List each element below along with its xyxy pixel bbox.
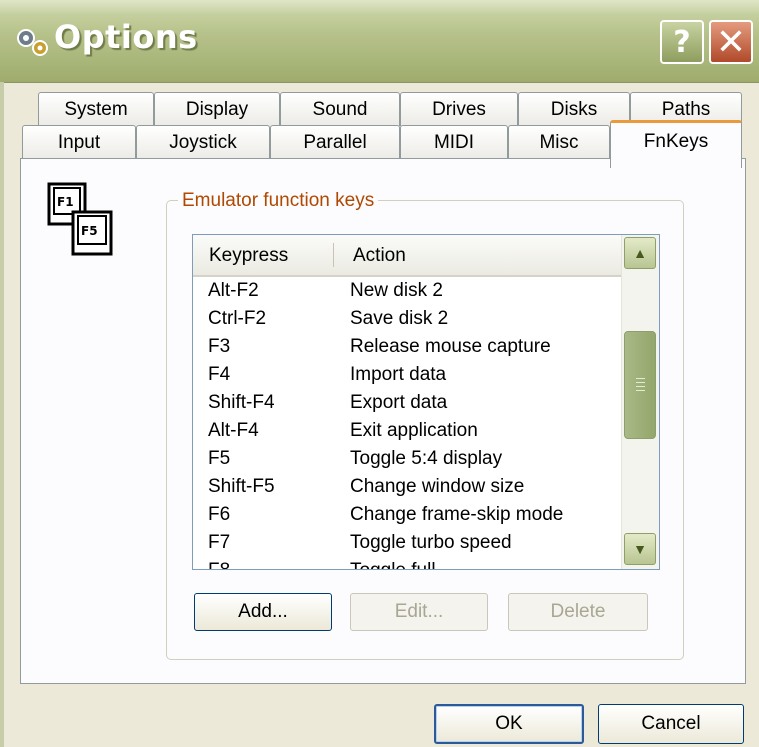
button-label: Edit... <box>394 601 444 622</box>
add-button[interactable]: Add... <box>194 593 332 631</box>
button-label: Add... <box>238 601 288 622</box>
gear-app-icon <box>17 29 48 56</box>
list-item[interactable]: F7 Toggle turbo speed <box>193 529 621 557</box>
grip-line <box>636 390 645 391</box>
keypress-cell: F5 <box>208 448 231 469</box>
tab-label: Paths <box>661 98 711 120</box>
button-label: Delete <box>550 601 606 622</box>
tab-label: System <box>64 98 128 120</box>
grip-line <box>636 386 645 387</box>
edit-button[interactable]: Edit... <box>350 593 488 631</box>
tab-label: FnKeys <box>643 131 709 152</box>
group-label: Emulator function keys <box>178 190 379 212</box>
button-label: OK <box>495 713 523 734</box>
action-cell: Import data <box>350 364 447 385</box>
tab-midi[interactable]: MIDI <box>400 125 508 159</box>
keypress-cell: Ctrl-F2 <box>208 308 267 329</box>
fnkeys-list[interactable]: Keypress Action Alt-F2 New disk 2 Ctrl-F2… <box>192 234 660 570</box>
list-item[interactable]: Ctrl-F2 Save disk 2 <box>193 305 621 333</box>
window-frame-left <box>0 82 4 747</box>
help-button[interactable]: ? <box>660 20 704 64</box>
tab-label: Parallel <box>303 131 367 153</box>
list-rows: Alt-F2 New disk 2 Ctrl-F2 Save disk 2 F3 Re… <box>193 277 621 569</box>
tab-misc[interactable]: Misc <box>508 125 610 159</box>
keypress-cell: Shift-F5 <box>208 476 275 497</box>
column-header-keypress[interactable]: Keypress <box>209 245 288 267</box>
list-item[interactable]: F8 Toggle full <box>193 557 621 569</box>
keypress-cell: F7 <box>208 532 231 553</box>
title-bar[interactable]: Options ? ✕ <box>0 0 759 83</box>
column-header-action[interactable]: Action <box>353 245 406 267</box>
keypress-cell: F6 <box>208 504 231 525</box>
svg-text:F5: F5 <box>81 224 98 238</box>
function-keys-icon: F1 F5 <box>47 182 113 256</box>
list-item[interactable]: F3 Release mouse capture <box>193 333 621 361</box>
window-title: Options <box>54 18 198 56</box>
tab-label: Sound <box>312 98 368 120</box>
tab-joystick[interactable]: Joystick <box>136 125 270 159</box>
action-cell: Exit application <box>350 420 478 441</box>
action-cell: Toggle full <box>350 560 436 569</box>
tab-parallel[interactable]: Parallel <box>270 125 400 159</box>
tab-label: Joystick <box>169 131 237 153</box>
help-icon: ? <box>673 24 691 60</box>
grip-line <box>636 382 645 383</box>
close-icon: ✕ <box>715 21 747 63</box>
list-item[interactable]: F5 Toggle 5:4 display <box>193 445 621 473</box>
keypress-cell: F8 <box>208 560 230 569</box>
tab-display[interactable]: Display <box>154 92 280 126</box>
list-item[interactable]: F4 Import data <box>193 361 621 389</box>
keypress-cell: Alt-F2 <box>208 280 259 301</box>
keypress-cell: Shift-F4 <box>208 392 275 413</box>
grip-line <box>636 378 645 379</box>
tab-sound[interactable]: Sound <box>280 92 400 126</box>
button-label: Cancel <box>641 713 701 734</box>
action-cell: New disk 2 <box>350 280 443 301</box>
list-item[interactable]: Alt-F4 Exit application <box>193 417 621 445</box>
tab-label: Input <box>57 131 101 153</box>
action-cell: Toggle 5:4 display <box>350 448 503 469</box>
action-cell: Change frame-skip mode <box>350 504 564 525</box>
list-item[interactable]: Alt-F2 New disk 2 <box>193 277 621 305</box>
column-divider[interactable] <box>333 243 334 267</box>
tab-input[interactable]: Input <box>22 125 136 159</box>
scrollbar-thumb[interactable] <box>624 331 656 439</box>
list-item[interactable]: F6 Change frame-skip mode <box>193 501 621 529</box>
tab-label: MIDI <box>433 131 475 153</box>
close-button[interactable]: ✕ <box>709 20 753 64</box>
tab-label: Drives <box>432 98 486 120</box>
keypress-cell: F4 <box>208 364 231 385</box>
tab-system[interactable]: System <box>38 92 154 126</box>
scroll-down-button[interactable]: ▼ <box>624 533 656 565</box>
vertical-scrollbar[interactable]: ▲ ▼ <box>621 235 659 569</box>
chevron-down-icon: ▼ <box>633 541 647 557</box>
tab-label: Disks <box>550 98 598 120</box>
ok-button[interactable]: OK <box>434 704 584 744</box>
list-item[interactable]: Shift-F4 Export data <box>193 389 621 417</box>
keypress-cell: F3 <box>208 336 231 357</box>
tab-label: Misc <box>539 131 579 153</box>
chevron-up-icon: ▲ <box>633 245 647 261</box>
scroll-up-button[interactable]: ▲ <box>624 237 656 269</box>
tab-fnkeys[interactable]: FnKeys <box>610 120 742 168</box>
svg-text:F1: F1 <box>57 195 74 209</box>
keypress-cell: Alt-F4 <box>208 420 259 441</box>
tab-drives[interactable]: Drives <box>400 92 518 126</box>
action-cell: Export data <box>350 392 448 413</box>
list-item[interactable]: Shift-F5 Change window size <box>193 473 621 501</box>
action-cell: Change window size <box>350 476 525 497</box>
tab-label: Display <box>185 98 249 120</box>
action-cell: Save disk 2 <box>350 308 449 329</box>
action-cell: Release mouse capture <box>350 336 551 357</box>
list-header: Keypress Action <box>193 235 621 277</box>
action-cell: Toggle turbo speed <box>350 532 512 553</box>
delete-button[interactable]: Delete <box>508 593 648 631</box>
cancel-button[interactable]: Cancel <box>598 704 744 744</box>
